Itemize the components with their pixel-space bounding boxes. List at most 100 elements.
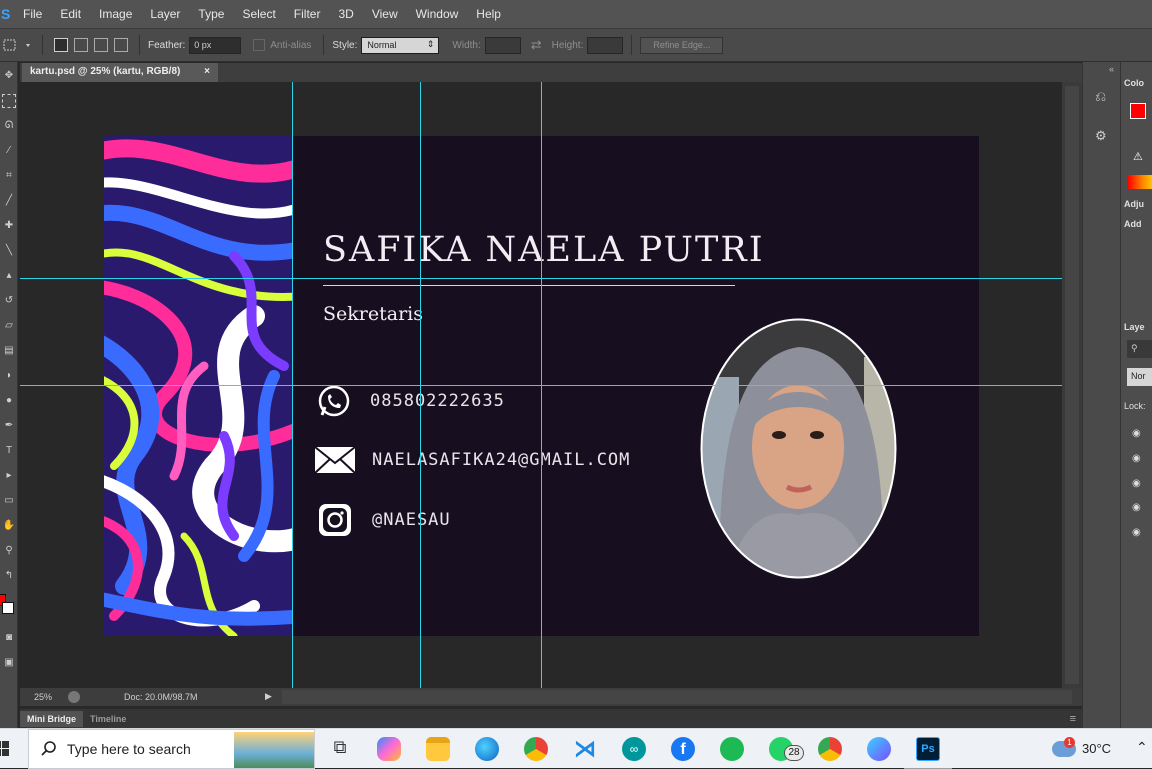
tab-color[interactable]: Colo [1124, 78, 1144, 88]
height-input[interactable] [587, 36, 624, 54]
height-label: Height: [551, 39, 584, 51]
width-input[interactable] [484, 36, 521, 54]
menu-filter[interactable]: Filter [285, 0, 330, 28]
canva-icon[interactable] [867, 737, 891, 761]
menu-select[interactable]: Select [233, 0, 284, 28]
new-selection-icon[interactable] [54, 38, 68, 52]
chevron-up-icon[interactable]: ⌃ [1136, 739, 1148, 756]
zoom-level[interactable]: 25% [34, 692, 60, 702]
color-swatches[interactable] [0, 594, 17, 624]
layer-filter-search-icon[interactable]: ⚲ [1127, 340, 1152, 358]
color-ramp[interactable] [1128, 175, 1152, 189]
edge-browser-icon[interactable] [475, 737, 499, 761]
foreground-color-swatch[interactable] [1130, 103, 1146, 119]
healing-tool-icon[interactable]: ✚ [2, 219, 16, 233]
chrome-profile-icon[interactable] [818, 737, 842, 761]
crop-tool-icon[interactable]: ⌗ [2, 169, 16, 183]
eraser-tool-icon[interactable]: ▱ [2, 319, 16, 333]
menu-file[interactable]: File [14, 0, 51, 28]
photoshop-taskbar-icon[interactable]: Ps [916, 737, 940, 761]
task-view-icon[interactable]: ⧉ [328, 737, 352, 761]
horizontal-scrollbar[interactable] [282, 690, 1072, 704]
copilot-icon[interactable] [377, 737, 401, 761]
quick-select-tool-icon[interactable]: ⁄ [2, 144, 16, 158]
antialias-checkbox[interactable] [253, 39, 266, 51]
shape-tool-icon[interactable]: ▭ [2, 494, 16, 508]
blend-mode-select[interactable]: Nor [1127, 368, 1152, 386]
lasso-tool-icon[interactable]: ᘏ [2, 119, 16, 133]
windows-taskbar: Type here to search ⧉ ⋊ ∞ f 28 Ps 1 30°C… [0, 728, 1152, 769]
menu-3d[interactable]: 3D [329, 0, 362, 28]
file-explorer-icon[interactable] [426, 737, 450, 761]
type-tool-icon[interactable]: T [2, 444, 16, 458]
blur-tool-icon[interactable]: ◗ [2, 369, 16, 383]
history-panel-icon[interactable]: ⎌ [1095, 88, 1106, 105]
swap-colors-icon[interactable]: ↰ [2, 569, 16, 583]
arduino-icon[interactable]: ∞ [622, 737, 646, 761]
scrollbar-thumb[interactable] [1065, 86, 1079, 684]
hand-tool-icon[interactable]: ✋ [2, 519, 16, 533]
vertical-scrollbar[interactable] [1062, 82, 1082, 688]
stamp-tool-icon[interactable]: ▴ [2, 269, 16, 283]
taskbar-search[interactable]: Type here to search [28, 729, 315, 769]
refine-edge-button[interactable]: Refine Edge... [640, 36, 724, 54]
collapse-icon[interactable]: « [1109, 64, 1114, 74]
zoom-tool-icon[interactable]: ⚲ [2, 544, 16, 558]
tab-mini-bridge[interactable]: Mini Bridge [20, 710, 83, 727]
menu-type[interactable]: Type [189, 0, 233, 28]
subtract-from-selection-icon[interactable] [94, 38, 108, 52]
windows-start-icon[interactable] [0, 741, 10, 757]
marquee-tool-preset-icon[interactable] [0, 35, 34, 55]
guide-horizontal[interactable] [20, 385, 1062, 386]
eye-visibility-icon[interactable]: ◉ [1132, 478, 1141, 489]
guide-horizontal[interactable] [20, 278, 1062, 279]
pen-tool-icon[interactable]: ✒ [2, 419, 16, 433]
quick-mask-icon[interactable]: ◙ [2, 631, 16, 645]
weather-temperature[interactable]: 30°C [1082, 741, 1111, 756]
card-email: NAELASAFIKA24@GMAIL.COM [372, 450, 631, 470]
move-tool-icon[interactable]: ✥ [2, 69, 16, 83]
whatsapp-badge: 28 [784, 745, 804, 761]
swap-icon[interactable]: ⇄ [531, 37, 542, 53]
marble-swirl-artwork [104, 136, 292, 636]
gradient-tool-icon[interactable]: ▤ [2, 344, 16, 358]
spotify-icon[interactable] [720, 737, 744, 761]
add-to-selection-icon[interactable] [74, 38, 88, 52]
eyedropper-tool-icon[interactable]: ╱ [2, 194, 16, 208]
dodge-tool-icon[interactable]: ● [2, 394, 16, 408]
brush-tool-icon[interactable]: ╲ [2, 244, 16, 258]
status-menu-icon[interactable] [68, 691, 80, 703]
screen-mode-icon[interactable]: ▣ [2, 656, 16, 670]
vscode-icon[interactable]: ⋊ [573, 737, 597, 761]
menu-edit[interactable]: Edit [51, 0, 90, 28]
card-instagram: @NAESAU [372, 510, 451, 530]
doc-info: Doc: 20.0M/98.7M [124, 692, 198, 702]
menu-image[interactable]: Image [90, 0, 141, 28]
style-select[interactable]: Normal ⇕ [361, 36, 440, 54]
path-select-icon[interactable]: ▸ [2, 469, 16, 483]
properties-panel-icon[interactable]: ⚙ [1095, 128, 1107, 144]
menu-view[interactable]: View [363, 0, 407, 28]
facebook-icon[interactable]: f [671, 737, 695, 761]
panel-menu-icon[interactable]: ≡ [1070, 713, 1076, 725]
close-icon[interactable]: × [204, 66, 210, 79]
chrome-browser-icon[interactable] [524, 737, 548, 761]
eye-visibility-icon[interactable]: ◉ [1132, 502, 1141, 513]
marquee-tool-icon[interactable] [2, 94, 16, 108]
divider [139, 35, 140, 55]
menu-help[interactable]: Help [467, 0, 510, 28]
eye-visibility-icon[interactable]: ◉ [1132, 453, 1141, 464]
play-arrow-icon[interactable]: ▶ [265, 691, 272, 702]
history-brush-icon[interactable]: ↺ [2, 294, 16, 308]
background-color-swatch[interactable] [2, 602, 14, 614]
tab-layers[interactable]: Laye [1124, 322, 1145, 332]
eye-visibility-icon[interactable]: ◉ [1132, 428, 1141, 439]
tab-adjustments[interactable]: Adju [1124, 199, 1144, 209]
intersect-selection-icon[interactable] [114, 38, 128, 52]
eye-visibility-icon[interactable]: ◉ [1132, 527, 1141, 538]
tab-timeline[interactable]: Timeline [83, 711, 133, 727]
document-tab[interactable]: kartu.psd @ 25% (kartu, RGB/8) × [22, 63, 218, 82]
feather-input[interactable]: 0 px [189, 36, 242, 54]
menu-layer[interactable]: Layer [141, 0, 189, 28]
menu-window[interactable]: Window [407, 0, 468, 28]
